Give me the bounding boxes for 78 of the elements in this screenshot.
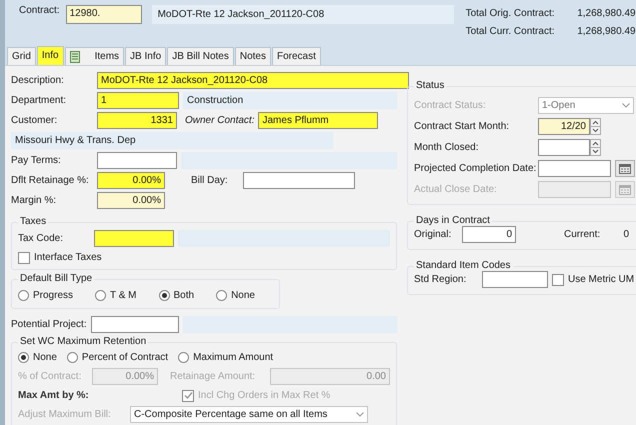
input-field[interactable]: 0.00%	[97, 172, 165, 189]
spin-buttons[interactable]	[590, 139, 601, 156]
input-field[interactable]: 12980.	[66, 5, 142, 24]
field-label: Tax Code:	[18, 233, 64, 244]
radio-option[interactable]: Progress	[18, 290, 74, 301]
radio-option[interactable]: None	[216, 290, 255, 301]
field-label: Dflt Retainage %:	[11, 175, 90, 186]
contract-name: MoDOT-Rte 12 Jackson_201120-C08	[152, 5, 454, 24]
tab[interactable]: Items	[64, 47, 124, 65]
radio-option[interactable]: Percent of Contract	[66, 352, 168, 363]
field-label: Contract Start Month:	[414, 121, 510, 132]
input-field[interactable]	[97, 152, 177, 169]
field-label: Owner Contact:	[185, 115, 254, 126]
tab[interactable]: JB Info	[125, 47, 166, 65]
tab[interactable]: Grid	[7, 47, 36, 65]
input-field[interactable]	[91, 316, 179, 333]
input-field[interactable]: 12/20	[538, 118, 590, 135]
input-field[interactable]	[538, 160, 611, 177]
field-label: Month Closed:	[414, 142, 480, 153]
sheet-icon	[70, 50, 80, 62]
tab[interactable]: Info	[36, 46, 64, 65]
field-label: Actual Close Date:	[414, 184, 498, 195]
tab[interactable]: JB Bill Notes	[167, 47, 234, 65]
chevron-down-icon	[622, 103, 630, 108]
field-label: Customer:	[11, 115, 58, 126]
input-field[interactable]: James Pflumm	[258, 112, 378, 129]
input-field[interactable]	[482, 271, 548, 288]
field-label: Current:	[564, 229, 602, 240]
field-label: Projected Completion Date:	[414, 163, 534, 174]
chevron-down-icon	[356, 412, 364, 417]
group-title: Default Bill Type	[18, 273, 94, 284]
group-title: Set WC Maximum Retention	[18, 336, 148, 347]
group-title: Taxes	[18, 216, 48, 227]
group-title: Days in Contract	[414, 215, 492, 226]
radio-option[interactable]: None	[18, 352, 57, 363]
total-value: 1,268,980.49	[577, 8, 636, 19]
input-field[interactable]: 0	[462, 226, 516, 243]
radio-option[interactable]: Both	[158, 290, 194, 301]
group-title: Status	[414, 80, 446, 91]
calendar-icon[interactable]	[615, 181, 635, 198]
input-field[interactable]: 1331	[97, 112, 177, 129]
checkbox-option[interactable]: Use Metric UM	[552, 274, 634, 286]
input-field[interactable]	[538, 139, 590, 156]
input-field[interactable]: 1	[97, 92, 179, 109]
input-field[interactable]	[243, 172, 355, 189]
input-field[interactable]: 0.00%	[97, 192, 165, 209]
contract-label: Contract:	[19, 5, 60, 16]
field-label: Original:	[414, 229, 452, 240]
input-field[interactable]: MoDOT-Rte 12 Jackson_201120-C08	[97, 72, 409, 89]
dropdown[interactable]: C-Composite Percentage same on all Items	[130, 406, 368, 423]
tab[interactable]: Forecast	[272, 47, 321, 65]
total-label: Total Curr. Contract:	[466, 26, 554, 37]
radio-option[interactable]: T & M	[95, 290, 136, 301]
calendar-icon[interactable]	[615, 160, 635, 177]
field-label: Bill Day:	[191, 175, 229, 186]
field-label: Retainage Amount:	[170, 371, 256, 382]
group-title: Standard Item Codes	[414, 260, 512, 271]
current-days-value: 0	[623, 229, 630, 240]
customer-name: Missouri Hwy & Trans. Dep	[11, 132, 333, 149]
field-label: Contract Status:	[414, 100, 487, 111]
input-field[interactable]	[94, 230, 174, 247]
total-label: Total Orig. Contract:	[466, 8, 554, 19]
radio-option[interactable]: Maximum Amount	[178, 352, 274, 363]
field-label: Max Amt by %:	[18, 390, 90, 401]
field-label: Description:	[11, 75, 65, 86]
field-label: Potential Project:	[11, 319, 87, 330]
field-label: Adjust Maximum Bill:	[18, 409, 112, 420]
tab[interactable]: Notes	[234, 47, 271, 65]
spin-buttons[interactable]	[590, 118, 601, 135]
department-name: Construction	[183, 92, 397, 109]
check-icon	[184, 391, 192, 400]
field-label: Std Region:	[414, 274, 468, 285]
total-value: 1,268,980.49	[577, 26, 636, 37]
field-label: Margin %:	[11, 195, 58, 206]
field-label: Pay Terms:	[11, 155, 62, 166]
checkbox-option[interactable]: Interface Taxes	[18, 252, 102, 264]
field-label: % of Contract:	[18, 371, 82, 382]
field-label: Department:	[11, 95, 68, 106]
